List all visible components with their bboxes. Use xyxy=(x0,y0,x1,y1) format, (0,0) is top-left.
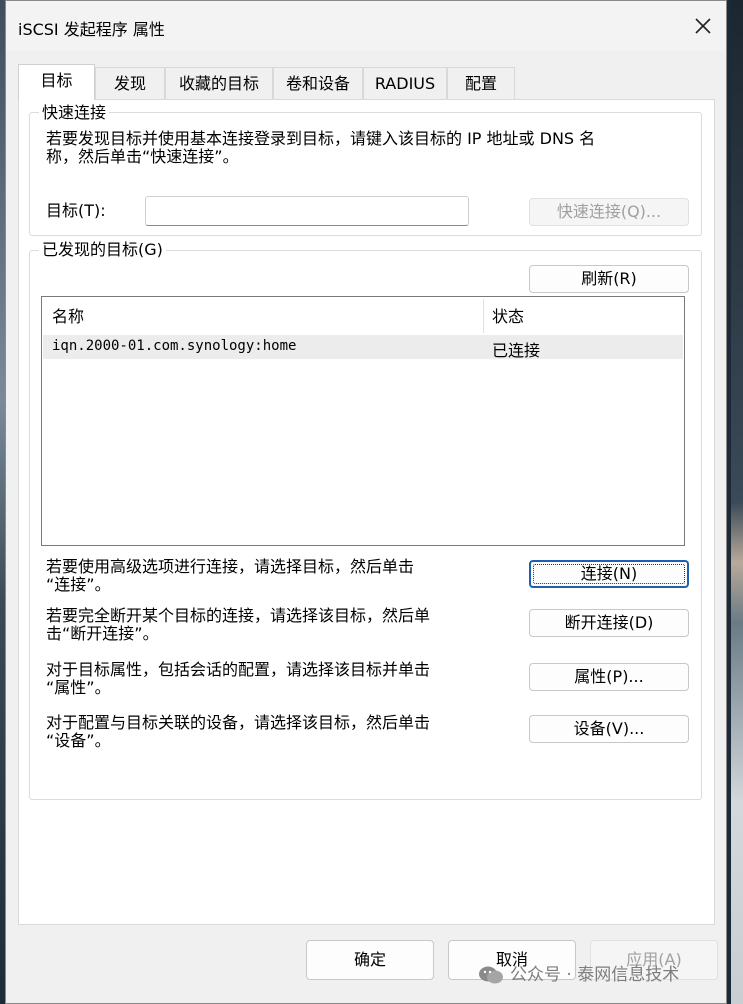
properties-button[interactable]: 属性(P)... xyxy=(529,663,689,691)
quick-connect-description-line1: 若要发现目标并使用基本连接登录到目标，请键入该目标的 IP 地址或 DNS 名 xyxy=(46,129,596,148)
tab-label: 发现 xyxy=(113,74,146,93)
ok-button[interactable]: 确定 xyxy=(306,940,434,980)
tab-label: RADIUS xyxy=(374,74,436,93)
tab-radius[interactable]: RADIUS xyxy=(363,67,447,99)
properties-description-line2: “属性”。 xyxy=(46,678,111,697)
connect-description-line1: 若要使用高级选项进行连接，请选择目标，然后单击 xyxy=(46,557,415,576)
list-header: 名称 状态 xyxy=(42,297,684,333)
column-divider[interactable] xyxy=(483,299,484,333)
watermark-text: 公众号 · 泰网信息技术 xyxy=(510,965,680,985)
tab-label: 收藏的目标 xyxy=(178,74,259,93)
discovered-targets-legend: 已发现的目标(G) xyxy=(39,240,166,260)
tab-discovery[interactable]: 发现 xyxy=(95,67,165,99)
connect-button[interactable]: 连接(N) xyxy=(529,560,689,588)
table-row[interactable]: iqn.2000-01.com.synology:home 已连接 xyxy=(43,335,683,360)
desktop-background-right xyxy=(731,0,743,1004)
tab-label: 配置 xyxy=(464,74,497,93)
properties-description-line1: 对于目标属性，包括会话的配置，请选择该目标并单击 xyxy=(46,660,431,679)
devices-description-line2: “设备”。 xyxy=(46,731,111,750)
tab-favorite-targets[interactable]: 收藏的目标 xyxy=(165,67,273,99)
targets-list[interactable]: 名称 状态 iqn.2000-01.com.synology:home 已连接 xyxy=(41,296,685,546)
targets-tab-panel: 快速连接 若要发现目标并使用基本连接登录到目标，请键入该目标的 IP 地址或 D… xyxy=(18,99,715,925)
tab-configuration[interactable]: 配置 xyxy=(447,67,515,99)
focus-rectangle xyxy=(533,564,685,584)
disconnect-description-line2: 击“断开连接”。 xyxy=(46,624,159,643)
disconnect-description-line1: 若要完全断开某个目标的连接，请选择该目标，然后单 xyxy=(46,606,431,625)
target-name-cell: iqn.2000-01.com.synology:home xyxy=(52,338,297,354)
quick-connect-legend: 快速连接 xyxy=(39,103,110,123)
iscsi-properties-dialog: iSCSI 发起程序 属性 目标 发现 收藏的目标 卷和设备 RADIUS 配置… xyxy=(5,0,727,1004)
target-field-label: 目标(T): xyxy=(46,201,106,220)
devices-button[interactable]: 设备(V)... xyxy=(529,715,689,743)
wechat-icon xyxy=(479,966,503,984)
close-icon xyxy=(695,18,711,34)
refresh-button[interactable]: 刷新(R) xyxy=(529,265,689,293)
devices-description-line1: 对于配置与目标关联的设备，请选择该目标，然后单击 xyxy=(46,713,431,732)
target-input[interactable] xyxy=(145,196,469,226)
tab-label: 卷和设备 xyxy=(285,74,350,93)
target-status-cell: 已连接 xyxy=(492,341,541,360)
column-header-status[interactable]: 状态 xyxy=(492,303,524,327)
window-title: iSCSI 发起程序 属性 xyxy=(18,20,165,39)
tab-targets[interactable]: 目标 xyxy=(18,64,95,100)
quick-connect-description-line2: 称，然后单击“快速连接”。 xyxy=(46,147,239,166)
connect-description-line2: “连接”。 xyxy=(46,575,111,594)
disconnect-button[interactable]: 断开连接(D) xyxy=(529,609,689,637)
close-button[interactable] xyxy=(690,13,716,39)
column-header-name[interactable]: 名称 xyxy=(52,303,84,327)
title-bar[interactable]: iSCSI 发起程序 属性 xyxy=(6,1,726,51)
tab-label: 目标 xyxy=(40,71,73,90)
tab-volumes-and-devices[interactable]: 卷和设备 xyxy=(273,67,363,99)
quick-connect-button[interactable]: 快速连接(Q)... xyxy=(529,198,689,226)
watermark: 公众号 · 泰网信息技术 xyxy=(478,960,679,985)
